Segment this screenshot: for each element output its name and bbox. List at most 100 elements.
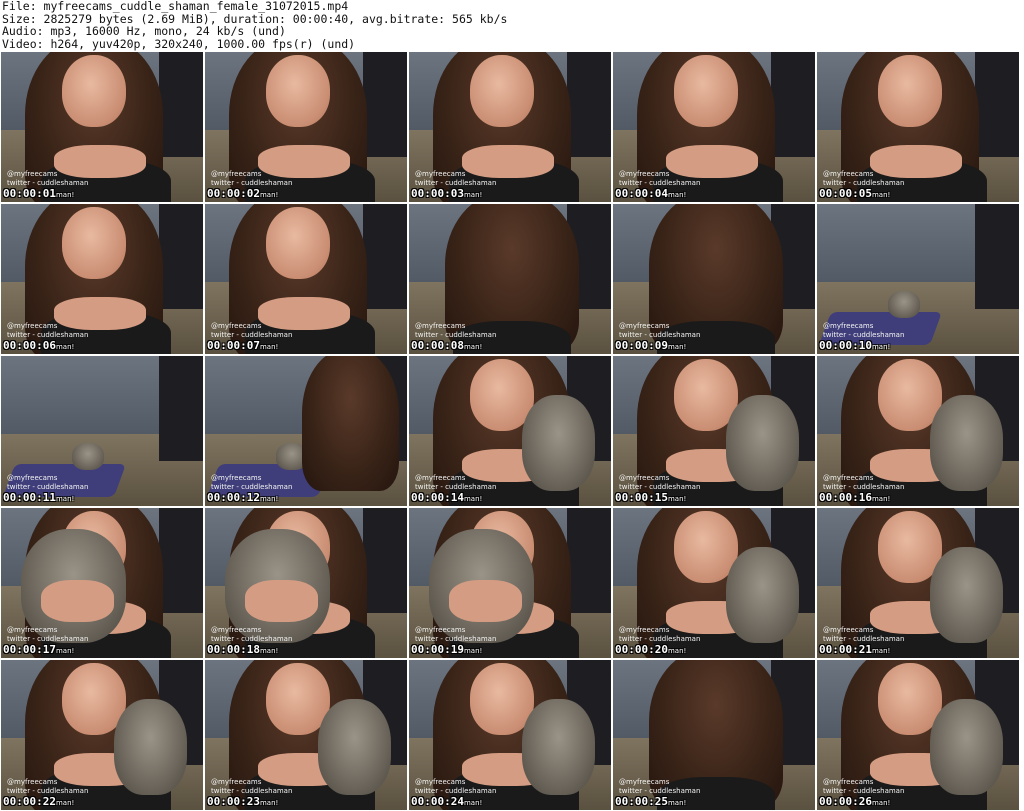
watermark: @myfreecams twitter - cuddleshaman xyxy=(619,778,700,796)
video-thumbnail: @myfreecams twitter - cuddleshaman 00:00:1… xyxy=(1,356,203,506)
timestamp: 00:00:14 xyxy=(411,491,464,504)
timestamp: 00:00:26 xyxy=(819,795,872,808)
doorway xyxy=(974,204,1019,309)
face xyxy=(469,55,535,127)
timestamp: 00:00:07 xyxy=(207,339,260,352)
timestamp-label: 00:00:26man! xyxy=(819,796,890,809)
kitten xyxy=(887,291,920,318)
audio-info-line: Audio: mp3, 16000 Hz, mono, 24 kb/s (und… xyxy=(2,24,286,38)
timestamp: 00:00:21 xyxy=(819,643,872,656)
video-thumbnail: @myfreecams twitter - cuddleshaman 00:00:0… xyxy=(613,52,815,202)
kitten xyxy=(522,395,595,491)
watermark: @myfreecams twitter - cuddleshaman xyxy=(7,474,88,492)
video-thumbnail: @myfreecams twitter - cuddleshaman 00:00:1… xyxy=(613,356,815,506)
kitten xyxy=(318,699,391,795)
watermark-site: @myfreecams xyxy=(7,170,58,178)
kitten xyxy=(930,547,1003,643)
hair xyxy=(301,356,399,491)
watermark: @myfreecams twitter - cuddleshaman xyxy=(211,474,292,492)
timestamp-label: 00:00:08man! xyxy=(411,340,482,353)
timestamp-label: 00:00:12man! xyxy=(207,492,278,505)
video-thumbnail: @myfreecams twitter - cuddleshaman 00:00:0… xyxy=(409,204,611,354)
watermark-site: @myfreecams xyxy=(211,322,262,330)
watermark-tail: man! xyxy=(463,191,483,199)
video-thumbnail: @myfreecams twitter - cuddleshaman 00:00:1… xyxy=(205,508,407,658)
watermark-site: @myfreecams xyxy=(823,626,874,634)
timestamp-label: 00:00:04man! xyxy=(615,188,686,201)
watermark-site: @myfreecams xyxy=(415,322,466,330)
watermark-tail: man! xyxy=(667,191,687,199)
watermark: @myfreecams twitter - cuddleshaman xyxy=(823,778,904,796)
video-thumbnail: @myfreecams twitter - cuddleshaman 00:00:2… xyxy=(613,660,815,810)
watermark-site: @myfreecams xyxy=(415,626,466,634)
timestamp: 00:00:12 xyxy=(207,491,260,504)
watermark: @myfreecams twitter - cuddleshaman xyxy=(823,322,904,340)
timestamp: 00:00:08 xyxy=(411,339,464,352)
watermark-tail: man! xyxy=(667,647,687,655)
timestamp: 00:00:24 xyxy=(411,795,464,808)
timestamp: 00:00:20 xyxy=(615,643,668,656)
watermark-site: @myfreecams xyxy=(211,474,262,482)
watermark-site: @myfreecams xyxy=(619,778,670,786)
doorway xyxy=(770,52,815,157)
video-thumbnail: @myfreecams twitter - cuddleshaman 00:00:2… xyxy=(613,508,815,658)
watermark-tail: man! xyxy=(259,343,279,351)
watermark-tail: man! xyxy=(463,647,483,655)
timestamp-label: 00:00:23man! xyxy=(207,796,278,809)
watermark: @myfreecams twitter - cuddleshaman xyxy=(415,474,496,492)
watermark-site: @myfreecams xyxy=(7,474,58,482)
timestamp-label: 00:00:09man! xyxy=(615,340,686,353)
watermark: @myfreecams twitter - cuddleshaman xyxy=(415,626,496,644)
doorway xyxy=(566,52,611,157)
timestamp: 00:00:18 xyxy=(207,643,260,656)
doorway xyxy=(566,508,611,613)
video-thumbnail: @myfreecams twitter - cuddleshaman 00:00:1… xyxy=(1,508,203,658)
watermark-site: @myfreecams xyxy=(823,474,874,482)
watermark-site: @myfreecams xyxy=(823,322,874,330)
watermark-site: @myfreecams xyxy=(7,626,58,634)
timestamp-label: 00:00:15man! xyxy=(615,492,686,505)
watermark-tail: man! xyxy=(871,191,891,199)
watermark: @myfreecams twitter - cuddleshaman xyxy=(7,626,88,644)
hand xyxy=(41,580,115,622)
face xyxy=(61,55,127,127)
watermark-site: @myfreecams xyxy=(7,778,58,786)
face xyxy=(877,55,943,127)
timestamp: 00:00:02 xyxy=(207,187,260,200)
watermark: @myfreecams twitter - cuddleshaman xyxy=(619,170,700,188)
watermark-tail: man! xyxy=(463,799,483,807)
file-name-line: File: myfreecams_cuddle_shaman_female_31… xyxy=(2,0,349,13)
watermark-tail: man! xyxy=(463,343,483,351)
timestamp-label: 00:00:07man! xyxy=(207,340,278,353)
watermark-site: @myfreecams xyxy=(823,170,874,178)
timestamp-label: 00:00:17man! xyxy=(3,644,74,657)
watermark-tail: man! xyxy=(55,799,75,807)
watermark-site: @myfreecams xyxy=(619,474,670,482)
watermark-site: @myfreecams xyxy=(619,322,670,330)
watermark-tail: man! xyxy=(871,647,891,655)
watermark: @myfreecams twitter - cuddleshaman xyxy=(211,778,292,796)
timestamp-label: 00:00:10man! xyxy=(819,340,890,353)
timestamp: 00:00:17 xyxy=(3,643,56,656)
watermark-tail: man! xyxy=(871,343,891,351)
face xyxy=(265,207,331,279)
watermark: @myfreecams twitter - cuddleshaman xyxy=(415,170,496,188)
video-thumbnail: @myfreecams twitter - cuddleshaman 00:00:0… xyxy=(205,52,407,202)
watermark-site: @myfreecams xyxy=(211,170,262,178)
face xyxy=(265,55,331,127)
video-thumbnail: @myfreecams twitter - cuddleshaman 00:00:2… xyxy=(205,660,407,810)
timestamp: 00:00:05 xyxy=(819,187,872,200)
video-thumbnail: @myfreecams twitter - cuddleshaman 00:00:1… xyxy=(409,356,611,506)
timestamp-label: 00:00:06man! xyxy=(3,340,74,353)
watermark-tail: man! xyxy=(667,343,687,351)
timestamp-label: 00:00:01man! xyxy=(3,188,74,201)
kitten xyxy=(726,547,799,643)
file-info-header: File: myfreecams_cuddle_shaman_female_31… xyxy=(0,0,1024,52)
kitten xyxy=(71,443,104,470)
doorway xyxy=(362,204,407,309)
doorway xyxy=(158,204,203,309)
watermark-tail: man! xyxy=(55,191,75,199)
video-thumbnail: @myfreecams twitter - cuddleshaman 00:00:1… xyxy=(817,356,1019,506)
doorway xyxy=(158,356,203,461)
watermark-tail: man! xyxy=(55,495,75,503)
